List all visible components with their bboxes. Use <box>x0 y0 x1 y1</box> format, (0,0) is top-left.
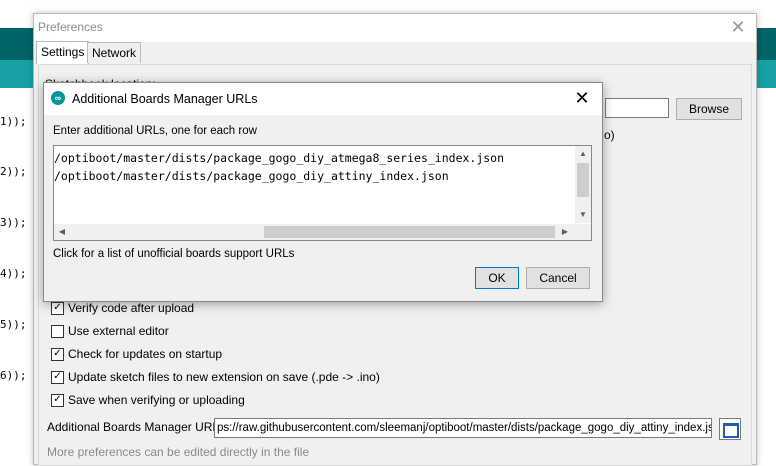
dialog-instruction: Enter additional URLs, one for each row <box>53 125 257 137</box>
vertical-scrollbar[interactable]: ▲ ▼ <box>575 146 591 223</box>
browse-button[interactable]: Browse <box>676 98 742 120</box>
checkbox-checked[interactable]: ✓ <box>51 370 64 384</box>
scrollbar-thumb[interactable] <box>577 163 589 197</box>
unofficial-boards-link[interactable]: Click for a list of unofficial boards su… <box>53 248 294 260</box>
tab-settings[interactable]: Settings <box>36 41 90 64</box>
sketchbook-location-input[interactable] <box>605 98 669 118</box>
cancel-button[interactable]: Cancel <box>526 267 590 289</box>
tab-network[interactable]: Network <box>87 42 142 63</box>
horizontal-scrollbar[interactable]: ◀ ▶ <box>54 224 591 240</box>
code-line: 2)); <box>0 165 27 178</box>
scroll-left-icon[interactable]: ◀ <box>54 224 70 240</box>
close-icon[interactable]: ✕ <box>728 17 748 37</box>
save-when-verifying-option[interactable]: ✓ Save when verifying or uploading <box>51 391 245 409</box>
scrollbar-thumb[interactable] <box>264 226 555 238</box>
code-line: 4)); <box>0 267 27 280</box>
checkbox-label: Check for updates on startup <box>68 347 223 361</box>
checkbox-unchecked[interactable] <box>51 324 64 338</box>
code-line: 6)); <box>0 369 27 382</box>
url-row: /optiboot/master/dists/package_gogo_diy_… <box>54 169 449 183</box>
checkbox-label: Update sketch files to new extension on … <box>68 370 380 384</box>
boards-urls-input[interactable]: ps://raw.githubusercontent.com/sleemanj/… <box>214 418 712 438</box>
preferences-title: Preferences <box>38 20 103 34</box>
more-preferences-text: More preferences can be edited directly … <box>47 445 310 459</box>
scroll-down-icon[interactable]: ▼ <box>575 207 591 223</box>
check-updates-option[interactable]: ✓ Check for updates on startup <box>51 345 222 363</box>
preferences-titlebar: Preferences ✕ <box>34 14 756 42</box>
url-row: /optiboot/master/dists/package_gogo_diy_… <box>54 151 505 165</box>
checkbox-label: Use external editor <box>68 324 169 338</box>
scroll-up-icon[interactable]: ▲ <box>575 146 591 162</box>
window-icon <box>723 423 739 438</box>
code-line: 1)); <box>0 115 27 128</box>
close-icon[interactable]: ✕ <box>572 88 592 108</box>
update-extension-option[interactable]: ✓ Update sketch files to new extension o… <box>51 368 380 386</box>
code-line: 5)); <box>0 318 27 331</box>
ok-button[interactable]: OK <box>475 267 519 289</box>
dialog-titlebar: ∞ Additional Boards Manager URLs ✕ <box>44 83 602 115</box>
boards-urls-label: Additional Boards Manager URLs: <box>47 420 229 434</box>
option-label-fragment: o) <box>604 128 615 142</box>
dialog-title: Additional Boards Manager URLs <box>72 92 258 106</box>
checkbox-label: Verify code after upload <box>68 301 195 315</box>
boards-urls-dialog: ∞ Additional Boards Manager URLs ✕ Enter… <box>43 82 603 302</box>
checkbox-checked[interactable]: ✓ <box>51 301 64 315</box>
open-urls-editor-button[interactable] <box>719 418 741 440</box>
scroll-right-icon[interactable]: ▶ <box>557 224 573 240</box>
checkbox-label: Save when verifying or uploading <box>68 393 245 407</box>
urls-textarea[interactable]: /optiboot/master/dists/package_gogo_diy_… <box>53 145 592 241</box>
use-external-editor-option[interactable]: Use external editor <box>51 322 169 340</box>
checkbox-checked[interactable]: ✓ <box>51 347 64 361</box>
arduino-icon: ∞ <box>51 91 65 105</box>
checkbox-checked[interactable]: ✓ <box>51 393 64 407</box>
code-line: 3)); <box>0 216 27 229</box>
